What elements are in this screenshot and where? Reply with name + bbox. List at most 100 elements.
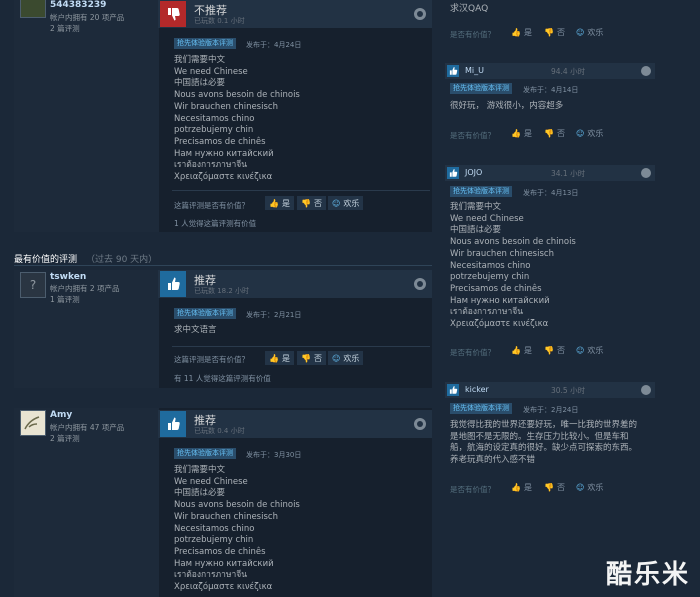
smiley-icon: ☺	[576, 346, 585, 355]
helpful-question: 这篇评测是否有价值？	[174, 201, 249, 210]
steam-icon	[641, 385, 651, 395]
helpful-question: 是否有价值？	[450, 348, 495, 357]
vote-funny-button[interactable]: ☺ 欢乐	[328, 351, 364, 365]
review-header[interactable]: 推荐 已玩数 18.2 小时	[158, 270, 432, 298]
early-access-badge: 抢先体验版本评测	[174, 308, 236, 319]
thumbs-down-icon: 👎	[544, 346, 554, 355]
vote-no-label: 否	[556, 483, 565, 492]
section-title: 最有价值的评测	[14, 255, 78, 265]
reviewer-name[interactable]: JOJO	[465, 168, 482, 177]
playtime: 94.4 小时	[551, 67, 586, 76]
vote-no-label: 否	[313, 198, 322, 208]
vote-no-button[interactable]: 👎 否	[544, 27, 565, 38]
review-header[interactable]: JOJO 34.1 小时	[445, 165, 655, 181]
reviewer-name[interactable]: kicker	[465, 385, 489, 394]
posted-date: 发布于：4月14日	[523, 86, 579, 94]
thumbs-up-icon: 👍	[511, 346, 521, 355]
vote-no-label: 否	[313, 353, 322, 363]
vote-no-button[interactable]: 👎 否	[544, 482, 565, 493]
vote-yes-button[interactable]: 👍 是	[511, 345, 532, 356]
author-products[interactable]: 帐户内拥有 2 项产品	[50, 283, 120, 294]
posted-date: 发布于：4月13日	[523, 189, 579, 197]
posted-date: 发布于：4月24日	[246, 41, 302, 49]
steam-icon	[641, 168, 651, 178]
thumbs-up-icon	[447, 167, 459, 179]
vote-funny-button[interactable]: ☺ 欢乐	[576, 482, 603, 493]
thumbs-up-icon: 👍	[511, 28, 521, 37]
vote-funny-label: 欢乐	[587, 28, 604, 37]
review-author-panel: ? tswken 帐户内拥有 2 项产品 1 篇评测	[14, 270, 159, 388]
review-header[interactable]: Mi_U 94.4 小时	[445, 63, 655, 79]
early-access-badge: 抢先体验版本评测	[450, 186, 512, 197]
vote-yes-label: 是	[523, 346, 532, 355]
early-access-badge: 抢先体验版本评测	[450, 83, 512, 94]
vote-funny-button[interactable]: ☺ 欢乐	[576, 27, 603, 38]
author-review-count[interactable]: 2 篇评测	[50, 23, 80, 34]
vote-yes-button[interactable]: 👍 是	[511, 27, 532, 38]
playtime: 已玩数 0.1 小时	[194, 17, 245, 25]
smiley-icon: ☺	[576, 28, 585, 37]
smiley-icon: ☺	[576, 483, 585, 492]
reviewer-name[interactable]: Mi_U	[465, 66, 484, 75]
thumbs-down-icon: 👎	[544, 28, 554, 37]
vote-yes-button[interactable]: 👍 是	[511, 128, 532, 139]
playtime: 30.5 小时	[551, 386, 586, 395]
vote-no-label: 否	[556, 346, 565, 355]
steam-icon	[414, 8, 426, 20]
vote-no-button[interactable]: 👎 否	[297, 351, 326, 365]
vote-yes-button[interactable]: 👍 是	[265, 196, 294, 210]
section-subtitle: （过去 90 天内）	[86, 255, 158, 265]
vote-funny-label: 欢乐	[587, 483, 604, 492]
review-author-panel: Amy 帐户内拥有 47 项产品 2 篇评测	[14, 408, 159, 597]
vote-no-button[interactable]: 👎 否	[544, 345, 565, 356]
smiley-icon: ☺	[332, 198, 341, 208]
review-card: ? tswken 帐户内拥有 2 项产品 1 篇评测 推荐 已玩数 18.2 小…	[14, 270, 432, 388]
vote-yes-label: 是	[523, 28, 532, 37]
avatar[interactable]	[20, 0, 46, 18]
early-access-badge: 抢先体验版本评测	[174, 38, 236, 49]
avatar[interactable]	[20, 410, 46, 436]
author-review-count[interactable]: 1 篇评测	[50, 294, 80, 305]
playtime: 34.1 小时	[551, 169, 586, 178]
thumbs-down-icon: 👎	[301, 353, 311, 363]
playtime: 已玩数 0.4 小时	[194, 427, 245, 435]
thumbs-down-icon	[160, 1, 186, 27]
vote-funny-button[interactable]: ☺ 欢乐	[576, 345, 603, 356]
author-name[interactable]: Amy	[50, 410, 72, 420]
vote-funny-button[interactable]: ☺ 欢乐	[328, 196, 364, 210]
review-header[interactable]: 不推荐 已玩数 0.1 小时	[158, 0, 432, 28]
vote-funny-label: 欢乐	[587, 346, 604, 355]
vote-no-button[interactable]: 👎 否	[544, 128, 565, 139]
divider	[172, 190, 430, 191]
review-card: Amy 帐户内拥有 47 项产品 2 篇评测 推荐 已玩数 0.4 小时 抢先体…	[14, 408, 432, 597]
early-access-badge: 抢先体验版本评测	[450, 403, 512, 414]
avatar[interactable]: ?	[20, 272, 46, 298]
thumbs-down-icon: 👎	[544, 483, 554, 492]
thumbs-up-icon	[160, 411, 186, 437]
review-header[interactable]: 推荐 已玩数 0.4 小时	[158, 410, 432, 438]
posted-date: 发布于：2月24日	[523, 406, 579, 414]
thumbs-down-icon: 👎	[301, 198, 311, 208]
author-products[interactable]: 帐户内拥有 47 项产品	[50, 422, 124, 433]
vote-yes-button[interactable]: 👍 是	[511, 482, 532, 493]
thumbs-up-icon	[447, 384, 459, 396]
smiley-icon: ☺	[576, 129, 585, 138]
thumbs-up-icon	[447, 65, 459, 77]
author-name[interactable]: tswken	[50, 272, 86, 282]
smiley-icon: ☺	[332, 353, 341, 363]
divider	[172, 346, 430, 347]
vote-yes-label: 是	[281, 198, 290, 208]
steam-icon	[641, 66, 651, 76]
watermark-logo: 酷乐米	[605, 560, 690, 590]
author-review-count[interactable]: 2 篇评测	[50, 433, 80, 444]
right-review-card: JOJO 34.1 小时 抢先体验版本评测 发布于：4月13日 我们需要中文 W…	[445, 165, 655, 335]
author-name[interactable]: 544383239	[50, 0, 106, 10]
vote-funny-button[interactable]: ☺ 欢乐	[576, 128, 603, 139]
steam-icon	[414, 418, 426, 430]
vote-no-button[interactable]: 👎 否	[297, 196, 326, 210]
helpful-question: 这篇评测是否有价值？	[174, 355, 249, 364]
review-header[interactable]: kicker 30.5 小时	[445, 382, 655, 398]
author-products[interactable]: 帐户内拥有 20 项产品	[50, 12, 124, 23]
vote-yes-button[interactable]: 👍 是	[265, 351, 294, 365]
thumbs-up-icon: 👍	[269, 353, 279, 363]
